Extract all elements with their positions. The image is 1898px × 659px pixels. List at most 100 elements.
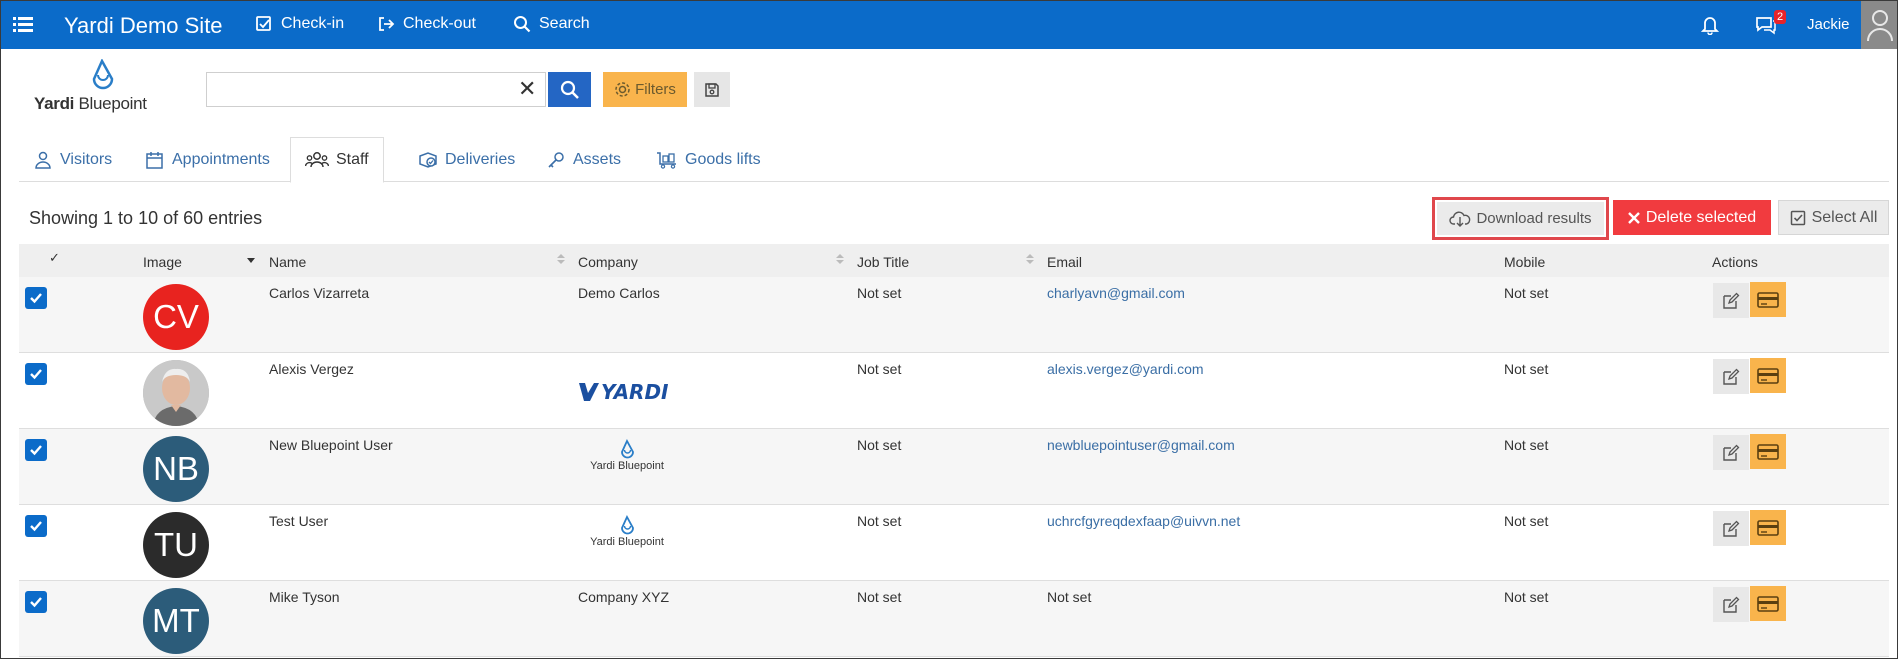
access-card-button[interactable] (1750, 282, 1786, 317)
save-search-button[interactable] (694, 72, 730, 107)
tab-assets-label: Assets (573, 150, 622, 168)
sort-icon[interactable] (1026, 253, 1034, 265)
nav-check-out-label: Check-out (403, 15, 476, 32)
select-column-header[interactable]: ✓ (49, 250, 60, 266)
avatar[interactable] (143, 360, 209, 426)
tab-staff-label: Staff (336, 151, 369, 168)
staff-mobile: Not set (1504, 361, 1549, 377)
staff-email[interactable]: uchrcfgyreqdexfaap@uivvn.net (1047, 513, 1240, 529)
users-icon (305, 152, 329, 168)
row-checkbox[interactable] (25, 287, 47, 309)
bell-icon[interactable] (1700, 15, 1720, 40)
staff-company: Demo Carlos (578, 285, 660, 301)
column-header-actions: Actions (1712, 254, 1758, 270)
nav-check-in[interactable]: Check-in (255, 15, 344, 33)
table-row: Alexis Vergez YARDI Not set alexis.verge… (19, 353, 1889, 429)
avatar[interactable]: TU (143, 512, 209, 578)
column-header-image[interactable]: Image (143, 254, 182, 270)
tab-goods-lifts-label: Goods lifts (685, 150, 761, 168)
edit-icon (1723, 368, 1740, 385)
download-results-button[interactable]: Download results (1437, 202, 1604, 235)
user-name[interactable]: Jackie (1807, 16, 1850, 33)
access-card-button[interactable] (1750, 586, 1786, 621)
staff-name: Mike Tyson (269, 589, 340, 605)
id-card-icon (1757, 367, 1779, 384)
checkbox-icon (256, 16, 271, 31)
edit-button[interactable] (1713, 587, 1749, 622)
staff-name: Alexis Vergez (269, 361, 354, 377)
column-header-email[interactable]: Email (1047, 254, 1082, 270)
tab-visitors[interactable]: Visitors (19, 137, 126, 182)
sign-out-icon (379, 17, 395, 31)
row-checkbox[interactable] (25, 591, 47, 613)
row-checkbox[interactable] (25, 363, 47, 385)
sort-desc-icon[interactable] (247, 253, 255, 265)
search-input[interactable] (206, 72, 546, 107)
nav-search[interactable]: Search (513, 15, 590, 33)
column-header-name[interactable]: Name (269, 254, 306, 270)
logo-text: Yardi Bluepoint (34, 94, 147, 113)
access-card-button[interactable] (1750, 358, 1786, 393)
top-navbar: Yardi Demo Site Check-in Check-out Searc… (1, 1, 1897, 49)
edit-button[interactable] (1713, 283, 1749, 318)
staff-name: New Bluepoint User (269, 437, 393, 453)
sort-icon[interactable] (557, 253, 565, 265)
id-card-icon (1757, 519, 1779, 536)
staff-job-title: Not set (857, 513, 902, 529)
company-logo-yardi: YARDI (577, 377, 677, 412)
access-card-button[interactable] (1750, 510, 1786, 545)
tab-assets[interactable]: Assets (532, 137, 635, 182)
nav-check-out[interactable]: Check-out (377, 15, 476, 33)
edit-button[interactable] (1713, 511, 1749, 546)
svg-text:Yardi Bluepoint: Yardi Bluepoint (590, 536, 664, 548)
table-row: CV Carlos Vizarreta Demo Carlos Not set … (19, 277, 1889, 353)
edit-button[interactable] (1713, 435, 1749, 470)
close-icon (1627, 211, 1640, 224)
user-avatar-icon[interactable] (1861, 1, 1897, 49)
staff-email[interactable]: charlyavn@gmail.com (1047, 285, 1185, 301)
avatar[interactable]: CV (143, 284, 209, 350)
menu-icon[interactable] (13, 15, 33, 33)
staff-name: Carlos Vizarreta (269, 285, 370, 301)
site-title[interactable]: Yardi Demo Site (64, 13, 223, 39)
tab-goods-lifts[interactable]: Goods lifts (642, 137, 775, 182)
avatar[interactable]: MT (143, 588, 209, 654)
id-card-icon (1757, 443, 1779, 460)
filters-button[interactable]: Filters (603, 72, 687, 107)
column-header-mobile[interactable]: Mobile (1504, 254, 1545, 270)
floppy-disk-icon (705, 82, 719, 97)
edit-button[interactable] (1713, 359, 1749, 394)
messages-badge: 2 (1774, 10, 1787, 24)
staff-email[interactable]: alexis.vergez@yardi.com (1047, 361, 1204, 377)
search-button[interactable] (548, 72, 591, 107)
select-all-button[interactable]: Select All (1778, 200, 1889, 235)
svg-text:Yardi Bluepoint: Yardi Bluepoint (590, 460, 664, 472)
tab-appointments[interactable]: Appointments (131, 137, 284, 182)
select-all-label: Select All (1811, 208, 1878, 226)
entries-info: Showing 1 to 10 of 60 entries (29, 208, 263, 228)
edit-icon (1723, 520, 1740, 537)
staff-job-title: Not set (857, 437, 902, 453)
gear-icon (615, 82, 630, 97)
row-checkbox[interactable] (25, 439, 47, 461)
edit-icon (1723, 444, 1740, 461)
tab-visitors-label: Visitors (60, 150, 113, 168)
column-header-job-title[interactable]: Job Title (857, 254, 909, 270)
row-checkbox[interactable] (25, 515, 47, 537)
tab-staff[interactable]: Staff (290, 137, 384, 183)
download-results-label: Download results (1476, 210, 1592, 227)
avatar[interactable]: NB (143, 436, 209, 502)
tab-deliveries[interactable]: Deliveries (404, 137, 529, 182)
key-icon (548, 151, 564, 168)
sort-icon[interactable] (836, 253, 844, 265)
staff-mobile: Not set (1504, 437, 1549, 453)
column-header-company[interactable]: Company (578, 254, 638, 270)
checkbox-icon (1790, 210, 1805, 225)
table-row: MT Mike Tyson Company XYZ Not set Not se… (19, 581, 1889, 657)
access-card-button[interactable] (1750, 434, 1786, 469)
staff-email: Not set (1047, 589, 1092, 605)
staff-email[interactable]: newbluepointuser@gmail.com (1047, 437, 1235, 453)
staff-mobile: Not set (1504, 589, 1549, 605)
clear-search-icon[interactable]: ✕ (518, 76, 536, 102)
delete-selected-button[interactable]: Delete selected (1613, 200, 1771, 235)
